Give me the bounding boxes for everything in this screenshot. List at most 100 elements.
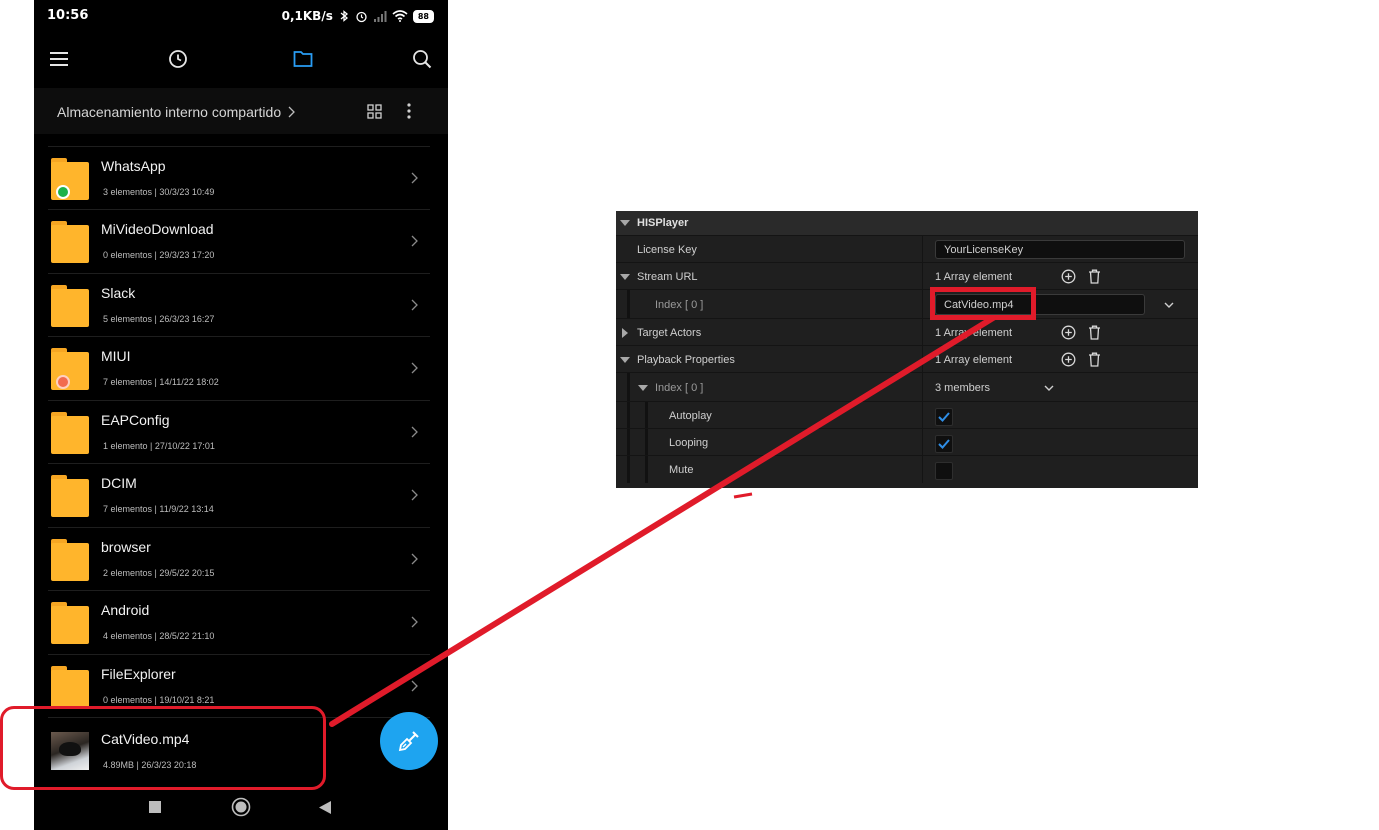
folder-row-eapconfig[interactable]: EAPConfig 1 elemento | 27/10/22 17:01 (34, 400, 448, 463)
folder-icon (51, 475, 89, 517)
folder-row-dcim[interactable]: DCIM 7 elementos | 11/9/22 13:14 (34, 463, 448, 526)
folder-row-browser[interactable]: browser 2 elementos | 29/5/22 20:15 (34, 527, 448, 590)
row-divider (48, 209, 430, 210)
folder-icon (51, 602, 89, 644)
wifi-icon (392, 10, 408, 22)
breadcrumb[interactable]: Almacenamiento interno compartido (57, 104, 281, 120)
mute-checkbox[interactable] (935, 461, 953, 480)
trash-icon[interactable] (1086, 325, 1102, 341)
whatsapp-badge-icon (56, 185, 70, 199)
indent-guide (645, 429, 648, 456)
folder-icon (51, 285, 89, 327)
folder-tab-icon[interactable] (290, 46, 316, 72)
expand-arrow-icon[interactable] (620, 273, 630, 280)
grid-view-icon[interactable] (365, 102, 383, 120)
chevron-down-icon[interactable] (1041, 380, 1057, 396)
file-meta: 5 elementos | 26/3/23 16:27 (103, 314, 215, 324)
clean-fab-button[interactable] (380, 712, 438, 770)
file-meta: 7 elementos | 11/9/22 13:14 (103, 504, 214, 514)
playback-index-row: Index [ 0 ] 3 members (616, 372, 1198, 402)
hisplayer-details-panel: HISPlayer License Key YourLicenseKey Str… (616, 211, 1198, 488)
back-triangle-icon[interactable] (314, 796, 336, 818)
license-key-row: License Key YourLicenseKey (616, 235, 1198, 263)
file-meta: 3 elementos | 30/3/23 10:49 (103, 187, 215, 197)
target-actors-row: Target Actors 1 Array element (616, 318, 1198, 346)
breadcrumb-bar: Almacenamiento interno compartido (34, 88, 448, 134)
folder-icon (51, 539, 89, 581)
looping-checkbox[interactable] (935, 434, 953, 453)
folder-row-whatsapp[interactable]: WhatsApp 3 elementos | 30/3/23 10:49 (34, 146, 448, 209)
row-divider (48, 654, 430, 655)
chevron-right-icon (411, 615, 418, 633)
menu-icon[interactable] (46, 46, 72, 72)
chevron-right-icon (411, 679, 418, 697)
expand-arrow-icon[interactable] (620, 356, 630, 363)
home-circle-icon[interactable] (230, 796, 252, 818)
license-key-label: License Key (637, 243, 697, 256)
recent-clock-icon[interactable] (165, 46, 191, 72)
stream-url-index-row: Index [ 0 ] CatVideo.mp4 (616, 289, 1198, 319)
system-nav-bar (34, 790, 448, 830)
license-key-input[interactable]: YourLicenseKey (935, 240, 1185, 259)
folder-row-slack[interactable]: Slack 5 elementos | 26/3/23 16:27 (34, 273, 448, 336)
members-count: 3 members (935, 381, 991, 394)
expand-arrow-icon[interactable] (638, 384, 648, 391)
search-icon[interactable] (409, 46, 435, 72)
looping-label: Looping (669, 436, 709, 449)
collapse-arrow-icon[interactable] (622, 327, 628, 338)
folder-row-android[interactable]: Android 4 elementos | 28/5/22 21:10 (34, 590, 448, 653)
folder-icon (51, 412, 89, 454)
indent-guide (627, 402, 630, 429)
checkmark-icon (938, 411, 950, 422)
array-count: 1 Array element (935, 326, 1013, 339)
network-speed: 0,1KB/s (281, 9, 333, 23)
array-count: 1 Array element (935, 353, 1013, 366)
section-title: HISPlayer (637, 217, 689, 229)
chevron-down-icon[interactable] (1161, 297, 1177, 313)
file-meta: 7 elementos | 14/11/22 18:02 (103, 377, 219, 387)
chevron-right-icon (411, 425, 418, 443)
recents-square-icon[interactable] (144, 796, 166, 818)
section-header[interactable]: HISPlayer (616, 211, 1198, 235)
mute-row: Mute (616, 455, 1198, 483)
add-element-icon[interactable] (1060, 352, 1076, 368)
autoplay-checkbox[interactable] (935, 407, 953, 426)
playback-properties-row: Playback Properties 1 Array element (616, 345, 1198, 373)
row-divider (48, 590, 430, 591)
alarm-icon (355, 10, 368, 23)
chevron-right-icon (411, 488, 418, 506)
file-name: Slack (101, 285, 136, 301)
row-divider (48, 273, 430, 274)
folder-icon (51, 158, 89, 200)
more-options-icon[interactable] (400, 102, 418, 120)
highlight-box-stream-url (930, 287, 1036, 320)
folder-row-miui[interactable]: MIUI 7 elementos | 14/11/22 18:02 (34, 336, 448, 399)
row-divider (48, 336, 430, 337)
file-name: WhatsApp (101, 158, 166, 174)
app-toolbar (34, 36, 448, 80)
looping-row: Looping (616, 428, 1198, 456)
breadcrumb-chevron-icon (288, 105, 295, 123)
stream-url-row: Stream URL 1 Array element (616, 262, 1198, 290)
row-divider (48, 400, 430, 401)
bluetooth-icon (338, 10, 350, 22)
indent-guide (645, 402, 648, 429)
trash-icon[interactable] (1086, 269, 1102, 285)
add-element-icon[interactable] (1060, 269, 1076, 285)
index-label: Index [ 0 ] (655, 298, 704, 311)
expand-arrow-icon[interactable] (620, 220, 630, 226)
checkmark-icon (938, 438, 950, 449)
status-bar: 10:56 0,1KB/s 88 (34, 0, 448, 32)
chevron-right-icon (411, 171, 418, 189)
file-name: browser (101, 539, 151, 555)
folder-row-mivideodownload[interactable]: MiVideoDownload 0 elementos | 29/3/23 17… (34, 209, 448, 272)
indent-guide (645, 456, 648, 483)
indent-guide (627, 373, 630, 402)
highlight-box-video-file (0, 706, 326, 790)
folder-icon (51, 666, 89, 708)
status-time: 10:56 (47, 8, 89, 23)
folder-icon (51, 221, 89, 263)
trash-icon[interactable] (1086, 352, 1102, 368)
indent-guide (627, 456, 630, 483)
add-element-icon[interactable] (1060, 325, 1076, 341)
